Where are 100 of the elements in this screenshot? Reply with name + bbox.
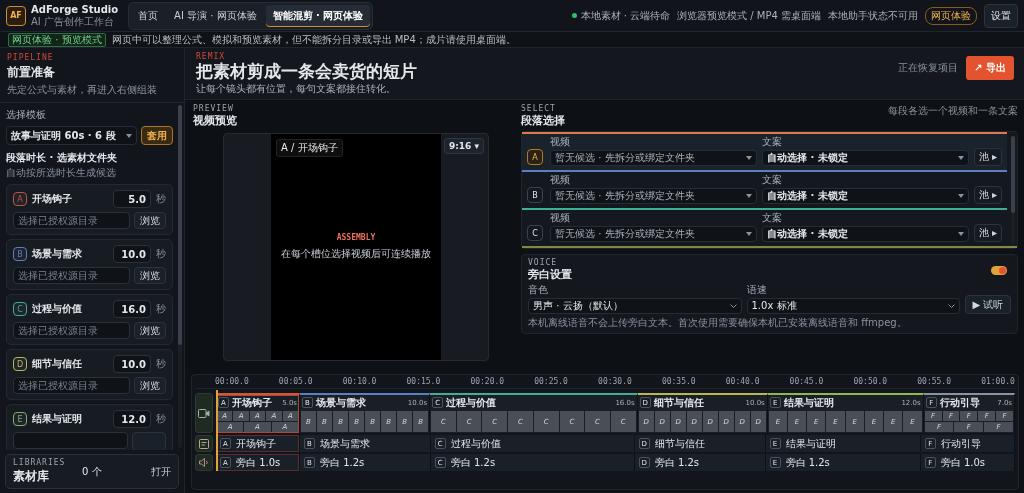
folder-field[interactable]: [13, 432, 128, 449]
scrollbar[interactable]: [178, 105, 182, 448]
segments-hint: 自动按所选时长生成候选: [6, 166, 117, 180]
caption-text: 结果与证明: [785, 436, 836, 451]
copy-select[interactable]: 自动选择 · 未锁定: [762, 226, 969, 242]
segment-letter: A: [527, 149, 543, 165]
clip-name: 过程与价值: [446, 395, 498, 410]
copy-select[interactable]: 自动选择 · 未锁定: [762, 188, 969, 204]
overlay-title: ASSEMBLY: [336, 233, 376, 242]
library-title: 素材库: [13, 468, 50, 485]
time-tick: 00:55.0: [917, 377, 951, 386]
clip-name: 细节与信任: [653, 395, 705, 410]
time-tick: 00:20.0: [470, 377, 505, 386]
caret-icon: [958, 156, 964, 160]
seconds-field[interactable]: 12.0: [113, 410, 151, 428]
video-select[interactable]: 暂无候选 · 先拆分或绑定文件夹: [550, 150, 757, 166]
browse-button[interactable]: 浏览: [134, 212, 166, 229]
voice-note: 本机离线语音不会上传旁白文本。首次使用需要确保本机已安装离线语音和 ffmpeg。: [528, 316, 908, 330]
section-eyebrow: REMIX: [196, 52, 227, 61]
settings-button[interactable]: 设置: [984, 3, 1018, 28]
folder-field[interactable]: 选择已授权源目录: [13, 267, 130, 284]
nav-tab[interactable]: 智能混剪 · 网页体验: [265, 4, 371, 27]
time-tick: 00:00.0: [215, 377, 249, 386]
scrollbar[interactable]: [1011, 136, 1015, 246]
speaker-icon[interactable]: [195, 454, 213, 471]
video-select[interactable]: 暂无候选 · 先拆分或绑定文件夹: [550, 188, 757, 204]
section-title: 段落选择: [521, 113, 565, 128]
section-title: 旁白设置: [528, 267, 572, 282]
segment-name: 结果与证明: [32, 412, 83, 426]
storage-status: 本地素材 · 云端待命: [580, 8, 671, 23]
open-link[interactable]: 打开: [151, 464, 171, 479]
listen-button[interactable]: ▶ 试听: [965, 295, 1011, 314]
seconds-field[interactable]: 10.0: [113, 355, 151, 373]
caption-text: 行动引导: [940, 436, 981, 451]
caret-icon: [746, 194, 752, 198]
pool-button[interactable]: 池 ▸: [974, 186, 1002, 204]
browse-button[interactable]: 浏览: [134, 267, 166, 284]
field-label: 文案: [762, 135, 783, 149]
time-tick: 00:25.0: [534, 377, 568, 386]
segment-letter: E: [13, 412, 27, 426]
voice-text: 旁白 1.0s: [236, 455, 281, 470]
voice-toggle[interactable]: [991, 265, 1007, 275]
timbre-select[interactable]: 男声 · 云扬（默认）: [528, 298, 742, 314]
clip-name: 开场钩子: [232, 395, 273, 410]
seconds-unit: 秒: [156, 302, 166, 316]
app-name: AdForge Studio: [31, 3, 119, 16]
section-eyebrow: PIPELINE: [7, 53, 55, 62]
seconds-field[interactable]: 16.0: [113, 300, 151, 318]
export-button[interactable]: ↗ 导出: [966, 56, 1014, 80]
segment-name: 细节与信任: [32, 357, 83, 371]
time-tick: 00:40.0: [725, 377, 760, 386]
browse-button[interactable]: 浏览: [134, 322, 166, 339]
time-tick: 00:30.0: [598, 377, 632, 386]
video-select[interactable]: 暂无候选 · 先拆分或绑定文件夹: [550, 226, 757, 242]
apply-button[interactable]: 套用: [141, 126, 173, 145]
field-label: 音色: [528, 283, 549, 297]
segment-letter: B: [527, 187, 543, 203]
seconds-field[interactable]: 10.0: [113, 245, 151, 263]
segments-title: 段落时长 · 选素材文件夹: [6, 151, 118, 165]
seconds-unit: 秒: [156, 412, 166, 426]
time-tick: 00:50.0: [853, 377, 888, 386]
caret-icon: [958, 194, 964, 198]
field-label: 文案: [762, 173, 783, 187]
folder-field[interactable]: 选择已授权源目录: [13, 377, 130, 394]
copy-select[interactable]: 自动选择 · 未锁定: [762, 150, 969, 166]
template-select[interactable]: 故事与证明 60s · 6 段: [6, 126, 137, 145]
section-title: 前置准备: [7, 64, 56, 81]
overlay-text: 在每个槽位选择视频后可连续播放: [281, 247, 431, 261]
section-title: 视频预览: [193, 113, 238, 128]
ratio-select[interactable]: 9:16 ▾: [443, 138, 484, 154]
browse-button[interactable]: [132, 432, 166, 450]
nav-tab[interactable]: AI 导演 · 网页体验: [167, 4, 264, 27]
folder-field[interactable]: 选择已授权源目录: [13, 212, 130, 229]
segment-row[interactable]: B 视频 暂无候选 · 先拆分或绑定文件夹 文案 自动选择 · 未锁定 池 ▸: [522, 170, 1007, 208]
browse-button[interactable]: 浏览: [134, 377, 166, 394]
section-eyebrow: LIBRARIES: [13, 458, 67, 467]
mode-status: 浏览器预览模式 / MP4 需桌面端: [677, 8, 821, 23]
text-track-icon[interactable]: [195, 435, 213, 452]
segment-row[interactable]: A 视频 暂无候选 · 先拆分或绑定文件夹 文案 自动选择 · 未锁定 池 ▸: [522, 132, 1007, 170]
caption-text: 过程与价值: [450, 436, 501, 451]
caption-text: 场景与需求: [320, 436, 370, 451]
video-track-icon[interactable]: [195, 393, 213, 433]
pool-button[interactable]: 池 ▸: [974, 148, 1002, 166]
segment-name: 场景与需求: [32, 247, 83, 261]
notice-text: 网页中可以整理公式、模拟和预览素材，但不能拆分目录或导出 MP4；成片请使用桌面端。: [111, 32, 516, 47]
field-label: 选择模板: [6, 108, 47, 122]
nav-tab[interactable]: 首页: [131, 4, 166, 27]
speed-select[interactable]: 1.0x 标准: [746, 298, 960, 314]
folder-field[interactable]: 选择已授权源目录: [13, 322, 130, 339]
segment-letter: D: [13, 357, 27, 371]
caption-text: 开场钩子: [236, 436, 276, 451]
segment-letter: C: [13, 302, 27, 316]
pool-button[interactable]: 池 ▸: [974, 224, 1002, 242]
field-label: 视频: [550, 135, 571, 149]
select-hint: 每段各选一个视频和一条文案: [888, 104, 1018, 118]
helper-status: 本地助手状态不可用: [828, 8, 918, 23]
seconds-field[interactable]: 5.0: [113, 190, 151, 208]
segment-letter: B: [13, 247, 27, 261]
voice-text: 旁白 1.2s: [450, 455, 496, 470]
field-label: 视频: [550, 211, 571, 225]
